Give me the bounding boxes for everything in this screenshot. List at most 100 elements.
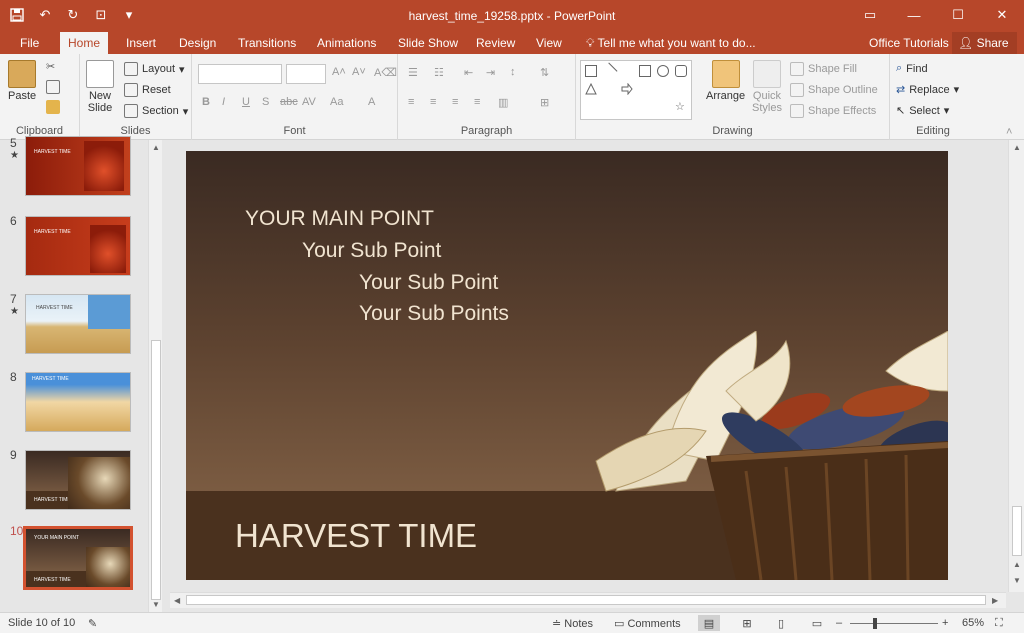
tab-insert[interactable]: Insert	[118, 32, 164, 54]
sub-point-text-2[interactable]: Your Sub Point	[359, 271, 498, 295]
shapes-gallery[interactable]: ☆	[580, 60, 692, 120]
slide-thumbnail-8[interactable]: HARVEST TIME	[25, 372, 131, 432]
bold-icon[interactable]: B	[202, 96, 210, 108]
zoom-slider[interactable]	[850, 623, 938, 624]
font-size-field[interactable]	[286, 64, 326, 84]
slide-thumbnail-10[interactable]: YOUR MAIN POINT HARVEST TIME	[23, 526, 133, 590]
format-painter-button[interactable]	[46, 100, 60, 114]
rounded-rect-shape-icon[interactable]	[675, 65, 687, 77]
line-spacing-icon[interactable]: ↕	[510, 66, 516, 78]
cut-button[interactable]: ✂	[46, 60, 60, 74]
slide-thumbnail-6[interactable]: HARVEST TIME	[25, 216, 131, 276]
layout-button[interactable]: Layout ▾	[124, 62, 185, 76]
account-name[interactable]: Office Tutorials	[869, 32, 949, 54]
tab-review[interactable]: Review	[468, 32, 523, 54]
italic-icon[interactable]: I	[222, 96, 225, 108]
star-shape-icon[interactable]: ☆	[675, 101, 687, 113]
maximize-icon[interactable]: ☐	[936, 0, 980, 30]
scroll-left-icon[interactable]: ◀	[174, 596, 180, 605]
strikethrough-icon[interactable]: abc	[280, 96, 298, 108]
increase-font-size-icon[interactable]: A˄	[332, 66, 346, 78]
slide-scrollbar[interactable]: ▲ ▲ ▼	[1008, 140, 1024, 592]
find-button[interactable]: ⌕ Find	[896, 62, 928, 75]
previous-slide-icon[interactable]: ▲	[1013, 560, 1021, 569]
share-button[interactable]: 👤︎ Share	[952, 32, 1017, 54]
replace-button[interactable]: ⇄ Replace ▾	[896, 83, 959, 97]
smartart-icon[interactable]: ⊞	[540, 96, 549, 109]
slide-show-view-icon[interactable]: ▭	[806, 615, 828, 631]
slide-thumbnail-5[interactable]: HARVEST TIME	[25, 136, 131, 196]
paste-button[interactable]: Paste	[8, 60, 36, 102]
scrollbar-thumb[interactable]	[151, 340, 161, 600]
spelling-check-icon[interactable]: ✎	[88, 617, 97, 630]
scroll-up-icon[interactable]: ▲	[152, 143, 160, 152]
slide-title-text[interactable]: HARVEST TIME	[235, 517, 477, 555]
textbox-shape-icon[interactable]	[585, 65, 597, 77]
scroll-up-icon[interactable]: ▲	[1013, 143, 1021, 152]
align-center-icon[interactable]: ≡	[430, 96, 436, 108]
select-button[interactable]: ↖ Select ▾	[896, 104, 949, 118]
new-slide-button[interactable]: New Slide	[86, 60, 114, 114]
slide-sorter-view-icon[interactable]: ⊞	[736, 615, 758, 631]
increase-indent-icon[interactable]: ⇥	[486, 66, 495, 79]
tab-file[interactable]: File	[12, 32, 47, 54]
font-name-field[interactable]	[198, 64, 282, 84]
bullets-icon[interactable]: ☰	[408, 66, 418, 79]
zoom-out-icon[interactable]: –	[836, 617, 842, 629]
align-left-icon[interactable]: ≡	[408, 96, 414, 108]
triangle-shape-icon[interactable]	[585, 82, 597, 95]
tell-me-box[interactable]: 💡︎ Tell me what you want to do...	[586, 32, 756, 54]
reading-view-icon[interactable]: ▯	[770, 615, 792, 631]
scroll-down-icon[interactable]: ▼	[152, 600, 160, 609]
fit-slide-icon[interactable]: ⛶	[995, 617, 1003, 630]
tab-slide-show[interactable]: Slide Show	[390, 32, 466, 54]
numbering-icon[interactable]: ☷	[434, 66, 444, 79]
zoom-slider-knob[interactable]	[873, 618, 877, 629]
shape-effects-button[interactable]: Shape Effects	[790, 104, 876, 118]
minimize-icon[interactable]: —	[892, 0, 936, 30]
rectangle-shape-icon[interactable]	[639, 65, 651, 77]
close-icon[interactable]: ✕	[980, 0, 1024, 30]
zoom-in-icon[interactable]: +	[942, 617, 948, 629]
tab-view[interactable]: View	[528, 32, 570, 54]
ribbon-display-options-icon[interactable]: ▭	[848, 0, 892, 30]
slide-thumbnail-9[interactable]: HARVEST TIME	[25, 450, 131, 510]
scrollbar-thumb[interactable]	[1012, 506, 1022, 556]
current-slide[interactable]: YOUR MAIN POINT Your Sub Point Your Sub …	[186, 151, 948, 580]
align-right-icon[interactable]: ≡	[452, 96, 458, 108]
arrange-button[interactable]: Arrange	[706, 60, 745, 102]
copy-button[interactable]	[46, 80, 60, 94]
shape-outline-button[interactable]: Shape Outline	[790, 83, 878, 97]
change-case-icon[interactable]: Aa	[330, 96, 343, 108]
main-point-text[interactable]: YOUR MAIN POINT	[245, 207, 434, 231]
decrease-indent-icon[interactable]: ⇤	[464, 66, 473, 79]
section-button[interactable]: Section ▾	[124, 104, 188, 118]
text-direction-icon[interactable]: ⇅	[540, 66, 549, 79]
arrow-shape-icon[interactable]	[621, 82, 633, 96]
sub-point-text-1[interactable]: Your Sub Point	[302, 239, 441, 263]
collapse-ribbon-icon[interactable]: ˄	[1006, 126, 1012, 138]
sub-point-text-3[interactable]: Your Sub Points	[359, 302, 509, 326]
line-shape-icon[interactable]	[600, 62, 618, 80]
zoom-level[interactable]: 65%	[962, 617, 984, 629]
tab-animations[interactable]: Animations	[309, 32, 384, 54]
comments-button[interactable]: ▭ Comments	[614, 617, 681, 630]
oval-shape-icon[interactable]	[657, 65, 669, 77]
clear-formatting-icon[interactable]: A⌫	[374, 66, 397, 79]
quick-styles-button[interactable]: Quick Styles	[752, 60, 782, 114]
shape-fill-button[interactable]: Shape Fill	[790, 62, 857, 76]
scrollbar-thumb[interactable]	[186, 595, 986, 605]
tab-home[interactable]: Home	[60, 32, 109, 56]
character-spacing-icon[interactable]: AV	[302, 96, 316, 108]
font-color-icon[interactable]: A	[368, 96, 375, 108]
normal-view-icon[interactable]: ▤	[698, 615, 720, 631]
columns-icon[interactable]: ▥	[498, 96, 508, 109]
thumbnail-scrollbar[interactable]: ▲ ▼	[148, 140, 162, 612]
notes-button[interactable]: ≐ Notes	[552, 617, 593, 630]
scroll-right-icon[interactable]: ▶	[992, 596, 998, 605]
underline-icon[interactable]: U	[242, 96, 250, 108]
slide-thumbnail-7[interactable]: HARVEST TIME	[25, 294, 131, 354]
tab-design[interactable]: Design	[171, 32, 224, 54]
reset-button[interactable]: Reset	[124, 83, 171, 97]
tab-transitions[interactable]: Transitions	[230, 32, 304, 54]
